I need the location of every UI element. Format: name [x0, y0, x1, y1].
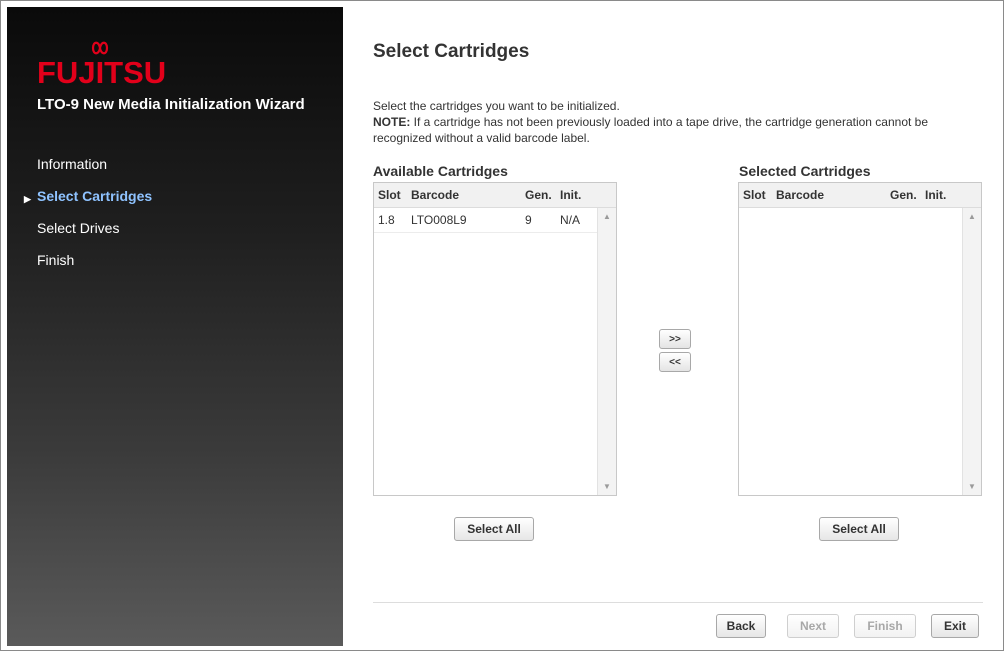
sidebar-item-label: Select Cartridges	[37, 188, 153, 204]
table-row[interactable]: 1.8 LTO008L9 9 N/A	[374, 208, 597, 233]
note-text: NOTE: If a cartridge has not been previo…	[373, 114, 983, 146]
scroll-down-icon[interactable]: ▼	[963, 482, 981, 491]
available-cartridges-title: Available Cartridges	[373, 163, 508, 179]
scroll-down-icon[interactable]: ▼	[598, 482, 616, 491]
column-gen[interactable]: Gen.	[525, 188, 552, 202]
wizard-window: FUJITSU LTO-9 New Media Initialization W…	[0, 0, 1004, 651]
column-init[interactable]: Init.	[560, 188, 581, 202]
finish-button[interactable]: Finish	[854, 614, 916, 638]
note-body: If a cartridge has not been previously l…	[373, 115, 929, 145]
back-button[interactable]: Back	[716, 614, 766, 638]
selected-cartridges-list[interactable]: Slot Barcode Gen. Init. ▲ ▼	[738, 182, 982, 496]
add-to-selected-button[interactable]: >>	[659, 329, 691, 349]
list-header: Slot Barcode Gen. Init.	[374, 183, 616, 208]
next-button[interactable]: Next	[787, 614, 839, 638]
column-slot[interactable]: Slot	[743, 188, 766, 202]
sidebar-item-finish[interactable]: Finish	[37, 251, 152, 283]
column-gen[interactable]: Gen.	[890, 188, 917, 202]
cell-gen: 9	[525, 213, 532, 227]
logo-text: FUJITSU	[37, 55, 167, 90]
column-barcode[interactable]: Barcode	[411, 188, 459, 202]
page-title: Select Cartridges	[373, 41, 530, 62]
instructions: Select the cartridges you want to be ini…	[373, 98, 983, 146]
sidebar-item-information[interactable]: Information	[37, 155, 152, 187]
sidebar-item-label: Finish	[37, 252, 75, 268]
cell-barcode: LTO008L9	[411, 213, 467, 227]
vertical-scrollbar[interactable]: ▲ ▼	[962, 208, 981, 495]
wizard-steps: Information ▶ Select Cartridges Select D…	[24, 155, 153, 283]
footer-divider	[373, 602, 983, 603]
column-slot[interactable]: Slot	[378, 188, 401, 202]
select-all-available-button[interactable]: Select All	[454, 517, 534, 541]
main-content: Select Cartridges Select the cartridges …	[343, 7, 997, 646]
cell-init: N/A	[560, 213, 581, 227]
scroll-up-icon[interactable]: ▲	[598, 212, 616, 221]
column-init[interactable]: Init.	[925, 188, 946, 202]
cell-slot: 1.8	[378, 213, 395, 227]
instruction-text: Select the cartridges you want to be ini…	[373, 99, 620, 113]
column-barcode[interactable]: Barcode	[776, 188, 824, 202]
sidebar: FUJITSU LTO-9 New Media Initialization W…	[7, 7, 343, 646]
sidebar-item-select-drives[interactable]: Select Drives	[37, 219, 152, 251]
note-label: NOTE:	[373, 115, 411, 129]
exit-button[interactable]: Exit	[931, 614, 979, 638]
vertical-scrollbar[interactable]: ▲ ▼	[597, 208, 616, 495]
sidebar-item-select-cartridges[interactable]: ▶ Select Cartridges	[24, 187, 153, 219]
available-cartridges-list[interactable]: Slot Barcode Gen. Init. 1.8 LTO008L9 9 N…	[373, 182, 617, 496]
select-all-selected-button[interactable]: Select All	[819, 517, 899, 541]
selected-cartridges-title: Selected Cartridges	[739, 163, 871, 179]
wizard-title: LTO-9 New Media Initialization Wizard	[37, 96, 305, 113]
sidebar-item-label: Select Drives	[37, 220, 120, 236]
list-header: Slot Barcode Gen. Init.	[739, 183, 981, 208]
current-step-arrow-icon: ▶	[24, 194, 31, 204]
scroll-up-icon[interactable]: ▲	[963, 212, 981, 221]
sidebar-item-label: Information	[37, 156, 108, 172]
remove-from-selected-button[interactable]: <<	[659, 352, 691, 372]
